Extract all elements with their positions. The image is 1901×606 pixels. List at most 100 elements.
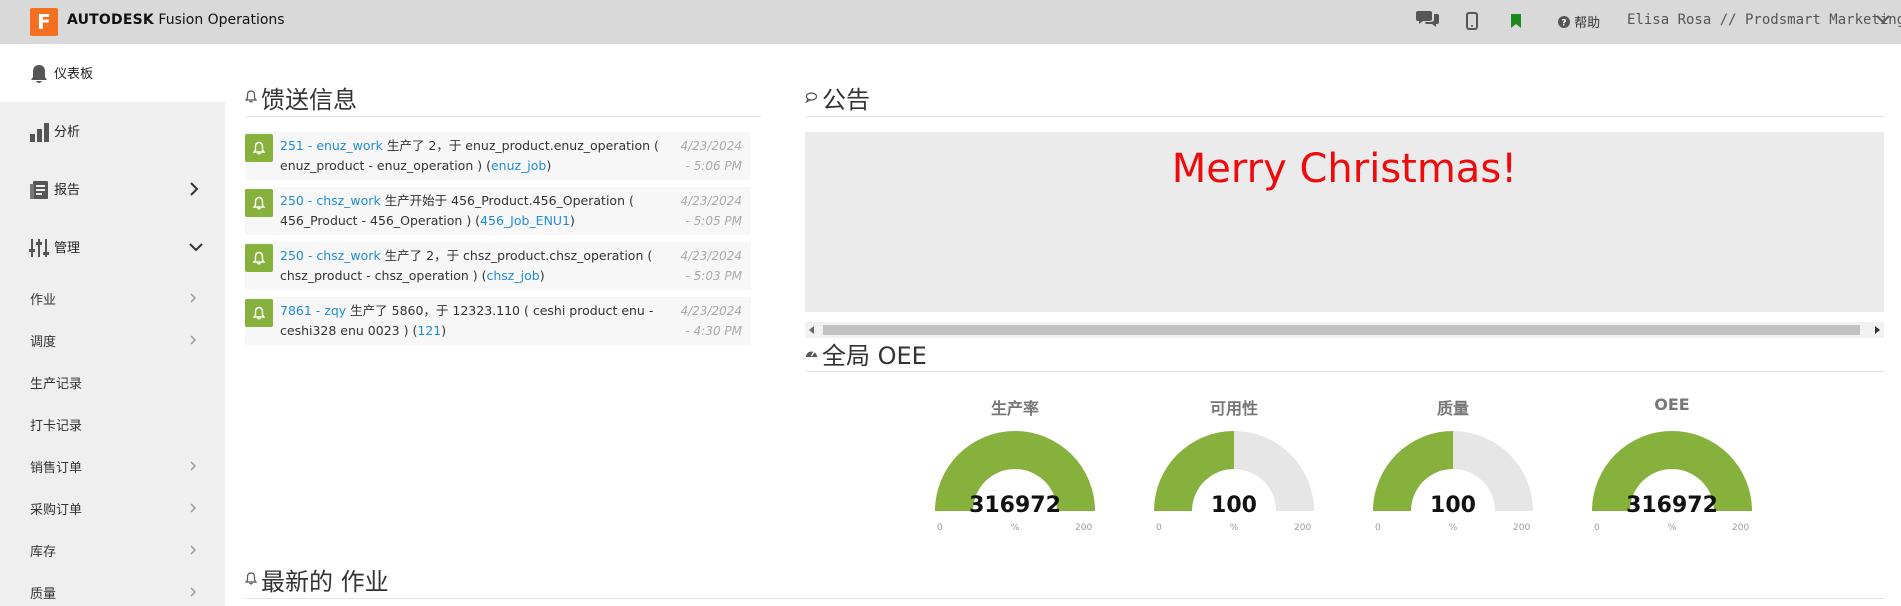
- feed-message-end: ): [539, 268, 545, 283]
- chat-icon[interactable]: [1416, 9, 1440, 29]
- announcement-divider: [805, 116, 1884, 117]
- sidebar-item-production-records[interactable]: 生产记录: [0, 360, 225, 402]
- sidebar-item-label: 报告: [54, 183, 81, 198]
- chevron-right-icon: [190, 545, 197, 555]
- chevron-right-icon: [190, 461, 197, 471]
- help-link[interactable]: ? 帮助: [1558, 12, 1600, 31]
- job-link[interactable]: enuz_job: [491, 158, 546, 173]
- sidebar-item-label: 采购订单: [30, 503, 83, 518]
- worker-link[interactable]: 7861 - zqy: [280, 303, 346, 318]
- dashboard-gauge-icon: [806, 351, 817, 357]
- gauge-value: 316972: [969, 493, 1061, 518]
- feed-date: 4/23/2024: [680, 139, 742, 153]
- sidebar-item-inventory[interactable]: 库存: [0, 528, 225, 570]
- bell-icon: [31, 65, 47, 83]
- feed-message-end: ): [441, 323, 447, 338]
- bar-chart-icon: [30, 123, 49, 142]
- worker-link[interactable]: 251 - enuz_work: [280, 138, 383, 153]
- oee-title: 全局 OEE: [822, 342, 927, 370]
- gauge-value: 100: [1211, 493, 1257, 518]
- announcement-scrollbar[interactable]: [805, 322, 1884, 338]
- sidebar-item-label: 质量: [30, 587, 57, 602]
- chevron-right-icon: [190, 182, 199, 196]
- sidebar-item-label: 调度: [30, 335, 57, 350]
- report-icon: [30, 181, 48, 199]
- sidebar-item-label: 仪表板: [54, 67, 94, 82]
- user-menu[interactable]: Elisa Rosa // Prodsmart Marketing: [1627, 12, 1901, 28]
- feed-text: 251 - enuz_work 生产了 2，于 enuz_product.enu…: [280, 136, 680, 176]
- feed-item: 250 - chsz_work 生产了 2，于 chsz_product.chs…: [245, 242, 751, 290]
- bookmark-icon[interactable]: [1510, 14, 1522, 28]
- feed-timestamp: 4/23/2024 - 5:03 PM: [662, 246, 742, 286]
- svg-text:?: ?: [1561, 19, 1566, 29]
- sidebar-item-label: 生产记录: [30, 377, 83, 392]
- feed-message-end: ): [570, 213, 575, 228]
- announcement-title: 公告: [822, 86, 870, 114]
- gauge-value: 100: [1430, 493, 1476, 518]
- feed-date: 4/23/2024: [680, 304, 742, 318]
- chevron-right-icon: [190, 503, 197, 513]
- gauge-max: 200: [1732, 523, 1750, 533]
- sidebar: 仪表板 分析 报告 管理 作业 调度 生产记录 打卡记录 销售订单 采购订单 库…: [0, 44, 225, 606]
- sidebar-item-sales-orders[interactable]: 销售订单: [0, 444, 225, 486]
- bell-icon: [252, 141, 266, 155]
- bell-icon: [252, 196, 266, 210]
- worker-link[interactable]: 250 - chsz_work: [280, 193, 381, 208]
- bell-icon: [252, 306, 266, 320]
- chevron-down-icon: [189, 243, 203, 252]
- job-link[interactable]: chsz_job: [487, 268, 540, 283]
- sidebar-item-analytics[interactable]: 分析: [0, 102, 225, 160]
- job-link[interactable]: 456_Job_ENU1: [480, 213, 570, 228]
- top-bar: F AUTODESK Fusion Operations ? 帮助 Elisa …: [0, 0, 1901, 44]
- job-link[interactable]: 121: [417, 323, 441, 338]
- chevron-right-icon: [190, 335, 197, 345]
- feed-badge: [245, 244, 273, 272]
- chevron-right-icon: [190, 293, 197, 303]
- announcement-message: Merry Christmas!: [1171, 146, 1518, 192]
- feed-time: - 5:06 PM: [685, 159, 743, 173]
- feed-item: 250 - chsz_work 生产开始于 456_Product.456_Op…: [245, 187, 751, 235]
- oee-divider: [805, 371, 1884, 372]
- feed-title: 馈送信息: [261, 86, 357, 114]
- mobile-icon[interactable]: [1466, 12, 1478, 30]
- app-logo[interactable]: F: [30, 8, 58, 36]
- gauge-label: 质量: [1436, 399, 1469, 418]
- worker-link[interactable]: 250 - chsz_work: [280, 248, 381, 263]
- sidebar-item-label: 管理: [54, 241, 81, 256]
- sidebar-item-purchase-orders[interactable]: 采购订单: [0, 486, 225, 528]
- bell-icon: [252, 251, 266, 265]
- question-circle-icon: ?: [1558, 16, 1570, 29]
- gauge-label: 生产率: [990, 399, 1039, 418]
- sidebar-item-management[interactable]: 管理: [0, 218, 225, 276]
- scroll-right-icon[interactable]: [1874, 326, 1880, 334]
- jobs-divider: [245, 598, 1884, 599]
- feed-text: 250 - chsz_work 生产了 2，于 chsz_product.chs…: [280, 246, 680, 286]
- sidebar-item-dashboard[interactable]: 仪表板: [0, 44, 225, 102]
- sidebar-item-label: 库存: [30, 545, 57, 560]
- feed-timestamp: 4/23/2024 - 5:05 PM: [662, 191, 742, 231]
- feed-message-end: ): [546, 158, 552, 173]
- sidebar-item-scheduling[interactable]: 调度: [0, 318, 225, 360]
- feed-badge: [245, 189, 273, 217]
- comment-icon: [805, 92, 817, 103]
- announcement-panel: Merry Christmas!: [805, 132, 1884, 312]
- sidebar-item-reports[interactable]: 报告: [0, 160, 225, 218]
- scroll-left-icon[interactable]: [809, 326, 815, 334]
- bell-icon: [245, 90, 257, 103]
- sidebar-item-clock-records[interactable]: 打卡记录: [0, 402, 225, 444]
- gauge-max: 200: [1513, 523, 1531, 533]
- gauge-value: 316972: [1626, 493, 1718, 518]
- sidebar-item-label: 作业: [30, 293, 57, 308]
- feed-date: 4/23/2024: [680, 249, 742, 263]
- sidebar-item-jobs[interactable]: 作业: [0, 276, 225, 318]
- gauge-productivity: 生产率 316972 0 % 200: [923, 395, 1107, 540]
- chevron-down-icon[interactable]: [1876, 14, 1890, 24]
- brand-name: AUTODESK Fusion Operations: [67, 12, 285, 28]
- gauge-max: 200: [1294, 523, 1312, 533]
- feed-time: - 5:05 PM: [685, 214, 743, 228]
- brand-bold: AUTODESK: [67, 12, 154, 28]
- sidebar-item-quality[interactable]: 质量: [0, 570, 225, 606]
- gauge-label: 可用性: [1209, 399, 1258, 418]
- scrollbar-thumb[interactable]: [823, 325, 1860, 335]
- sliders-icon: [29, 239, 49, 257]
